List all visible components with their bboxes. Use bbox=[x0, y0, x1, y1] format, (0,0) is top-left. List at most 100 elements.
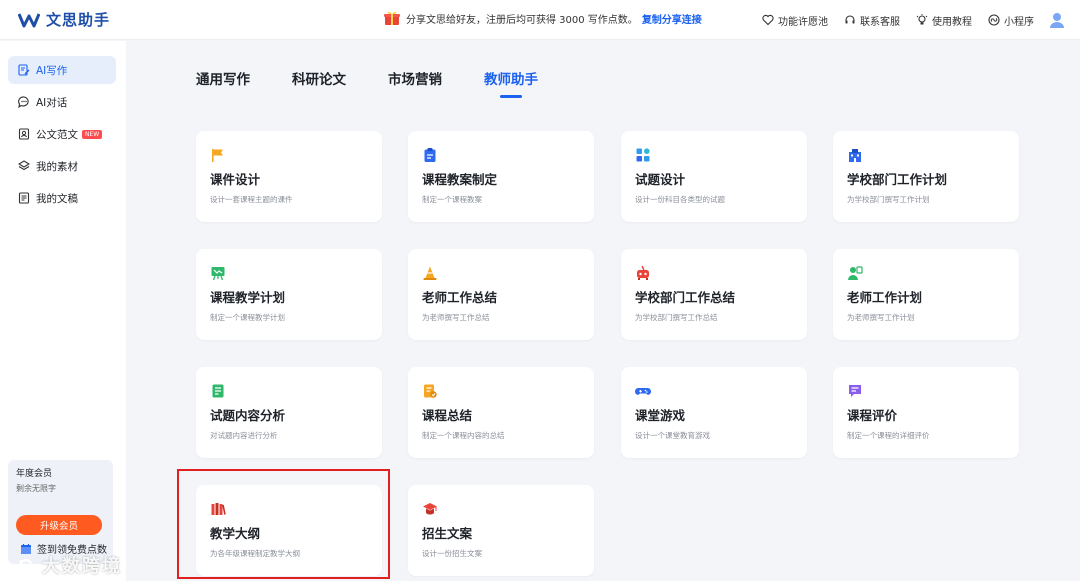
easel-icon bbox=[211, 267, 225, 281]
logo[interactable]: 文思助手 bbox=[18, 9, 138, 30]
logo-text: 文思助手 bbox=[46, 11, 111, 29]
card-teacher-plan[interactable]: 老师工作计划 为老师撰写工作计划 bbox=[833, 249, 1019, 340]
sidebar-item-materials[interactable]: 我的素材 bbox=[8, 152, 116, 180]
robot-icon bbox=[637, 265, 649, 280]
card-desc: 为各年级课程制定教学大纲 bbox=[210, 549, 300, 558]
tab-marketing[interactable]: 市场营销 bbox=[388, 68, 442, 98]
card-desc: 为学校部门撰写工作计划 bbox=[847, 195, 930, 204]
grid-icon bbox=[636, 148, 650, 162]
miniprogram-button[interactable]: 小程序 bbox=[988, 13, 1034, 28]
logo-icon bbox=[18, 12, 40, 27]
sidebar-item-label: 我的素材 bbox=[36, 160, 78, 173]
document-icon bbox=[18, 128, 30, 140]
sidebar-item-label: AI写作 bbox=[36, 64, 68, 77]
card-desc: 为老师撰写工作计划 bbox=[847, 313, 915, 322]
card-title: 课程总结 bbox=[422, 408, 473, 423]
sidebar-item-ai-writing[interactable]: AI写作 bbox=[8, 56, 116, 84]
headset-icon bbox=[845, 15, 855, 24]
comment-icon bbox=[849, 385, 861, 397]
flag-icon bbox=[212, 149, 223, 162]
tab-general-writing[interactable]: 通用写作 bbox=[196, 68, 250, 98]
card-desc: 制定一个课程内容的总结 bbox=[422, 431, 505, 440]
card-courseware-design[interactable]: 课件设计 设计一套课程主题的课件 bbox=[196, 131, 382, 222]
sidebar-item-label: AI对话 bbox=[36, 96, 68, 109]
card-exam-design[interactable]: 试题设计 设计一份科目各类型的试题 bbox=[621, 131, 807, 222]
member-subtitle: 剩余无限字 bbox=[16, 484, 56, 493]
member-title: 年度会员 bbox=[16, 469, 53, 479]
books-icon bbox=[211, 503, 226, 515]
notes-icon bbox=[424, 384, 437, 398]
card-desc: 设计一套课程主题的课件 bbox=[210, 195, 293, 204]
watermark: 大数跨境 bbox=[18, 552, 122, 578]
file-icon bbox=[18, 192, 30, 204]
card-title: 试题设计 bbox=[635, 172, 686, 187]
card-course-summary[interactable]: 课程总结 制定一个课程内容的总结 bbox=[408, 367, 594, 458]
sidebar-item-my-drafts[interactable]: 我的文稿 bbox=[8, 184, 116, 212]
tab-teacher-assistant[interactable]: 教师助手 bbox=[484, 68, 538, 98]
watermark-text: 大数跨境 bbox=[42, 556, 122, 577]
card-title: 学校部门工作计划 bbox=[847, 172, 948, 187]
upgrade-button[interactable]: 升级会员 bbox=[16, 515, 102, 535]
book-icon bbox=[212, 384, 224, 398]
card-exam-content-analysis[interactable]: 试题内容分析 对试题内容进行分析 bbox=[196, 367, 382, 458]
layers-icon bbox=[18, 160, 30, 171]
card-title: 学校部门工作总结 bbox=[635, 290, 736, 305]
graduation-cap-icon bbox=[423, 503, 437, 515]
card-syllabus[interactable]: 教学大纲 为各年级课程制定教学大纲 bbox=[196, 485, 382, 576]
edit-icon bbox=[18, 64, 30, 76]
tutorial-label: 使用教程 bbox=[932, 16, 972, 28]
share-banner: 分享文思给好友，注册后均可获得 3000 写作点数。 复制分享连接 bbox=[384, 10, 702, 26]
card-title: 课件设计 bbox=[210, 172, 261, 187]
tab-research-paper[interactable]: 科研论文 bbox=[292, 68, 346, 98]
tutorial-button[interactable]: 使用教程 bbox=[916, 13, 972, 28]
miniprogram-icon bbox=[988, 14, 1000, 26]
building-icon bbox=[849, 149, 861, 162]
teacher-icon bbox=[848, 266, 863, 280]
wish-pool-label: 功能许愿池 bbox=[778, 16, 828, 28]
avatar[interactable] bbox=[1048, 11, 1066, 29]
copy-share-link[interactable]: 复制分享连接 bbox=[642, 11, 702, 26]
card-school-dept-plan[interactable]: 学校部门工作计划 为学校部门撰写工作计划 bbox=[833, 131, 1019, 222]
new-badge: NEW bbox=[82, 129, 103, 139]
sidebar-item-ai-chat[interactable]: AI对话 bbox=[8, 88, 116, 116]
sidebar-item-label: 我的文稿 bbox=[36, 192, 78, 205]
card-desc: 设计一个课堂教育游戏 bbox=[635, 431, 710, 440]
card-title: 教学大纲 bbox=[210, 526, 261, 541]
card-desc: 设计一份招生文案 bbox=[422, 549, 482, 558]
banner-text: 分享文思给好友，注册后均可获得 3000 写作点数。 bbox=[406, 14, 638, 26]
cone-icon bbox=[423, 266, 437, 280]
card-title: 试题内容分析 bbox=[210, 408, 286, 423]
sidebar-item-official-docs[interactable]: 公文范文 NEW bbox=[8, 120, 116, 148]
card-title: 老师工作计划 bbox=[847, 290, 923, 305]
category-tabs: 通用写作 科研论文 市场营销 教师助手 bbox=[196, 68, 580, 98]
chat-icon bbox=[18, 96, 29, 108]
card-desc: 制定一个课程的详细评价 bbox=[847, 431, 930, 440]
gamepad-icon bbox=[635, 387, 651, 395]
contact-support-label: 联系客服 bbox=[860, 16, 900, 28]
sidebar-item-label: 公文范文 bbox=[36, 128, 78, 141]
top-bar: 文思助手 分享文思给好友，注册后均可获得 3000 写作点数。 复制分享连接 功… bbox=[0, 0, 1080, 40]
card-teacher-summary[interactable]: 老师工作总结 为老师撰写工作总结 bbox=[408, 249, 594, 340]
sidebar: AI写作 AI对话 公文范文 NEW 我的素材 我的文稿 年度会员 剩余无限字 … bbox=[0, 41, 126, 581]
card-admissions-copy[interactable]: 招生文案 设计一份招生文案 bbox=[408, 485, 594, 576]
contact-support-button[interactable]: 联系客服 bbox=[844, 13, 900, 28]
clipboard-icon bbox=[424, 148, 436, 162]
card-title: 课程教学计划 bbox=[210, 290, 286, 305]
card-school-dept-summary[interactable]: 学校部门工作总结 为学校部门撰写工作总结 bbox=[621, 249, 807, 340]
wish-pool-button[interactable]: 功能许愿池 bbox=[762, 13, 828, 28]
card-course-evaluation[interactable]: 课程评价 制定一个课程的详细评价 bbox=[833, 367, 1019, 458]
card-desc: 设计一份科目各类型的试题 bbox=[635, 195, 725, 204]
card-classroom-game[interactable]: 课堂游戏 设计一个课堂教育游戏 bbox=[621, 367, 807, 458]
card-teaching-plan[interactable]: 课程教学计划 制定一个课程教学计划 bbox=[196, 249, 382, 340]
card-title: 老师工作总结 bbox=[422, 290, 498, 305]
card-desc: 为学校部门撰写工作总结 bbox=[635, 313, 718, 322]
gift-icon bbox=[384, 11, 400, 25]
top-actions: 功能许愿池 联系客服 使用教程 小程序 bbox=[746, 0, 1066, 40]
heart-icon bbox=[762, 14, 774, 26]
card-title: 课程评价 bbox=[847, 408, 898, 423]
card-desc: 制定一个课程教学计划 bbox=[210, 313, 285, 322]
card-desc: 制定一个课程教案 bbox=[422, 195, 482, 204]
miniprogram-label: 小程序 bbox=[1004, 16, 1034, 28]
card-lesson-plan[interactable]: 课程教案制定 制定一个课程教案 bbox=[408, 131, 594, 222]
app-window: 文思助手 分享文思给好友，注册后均可获得 3000 写作点数。 复制分享连接 功… bbox=[0, 0, 1080, 581]
